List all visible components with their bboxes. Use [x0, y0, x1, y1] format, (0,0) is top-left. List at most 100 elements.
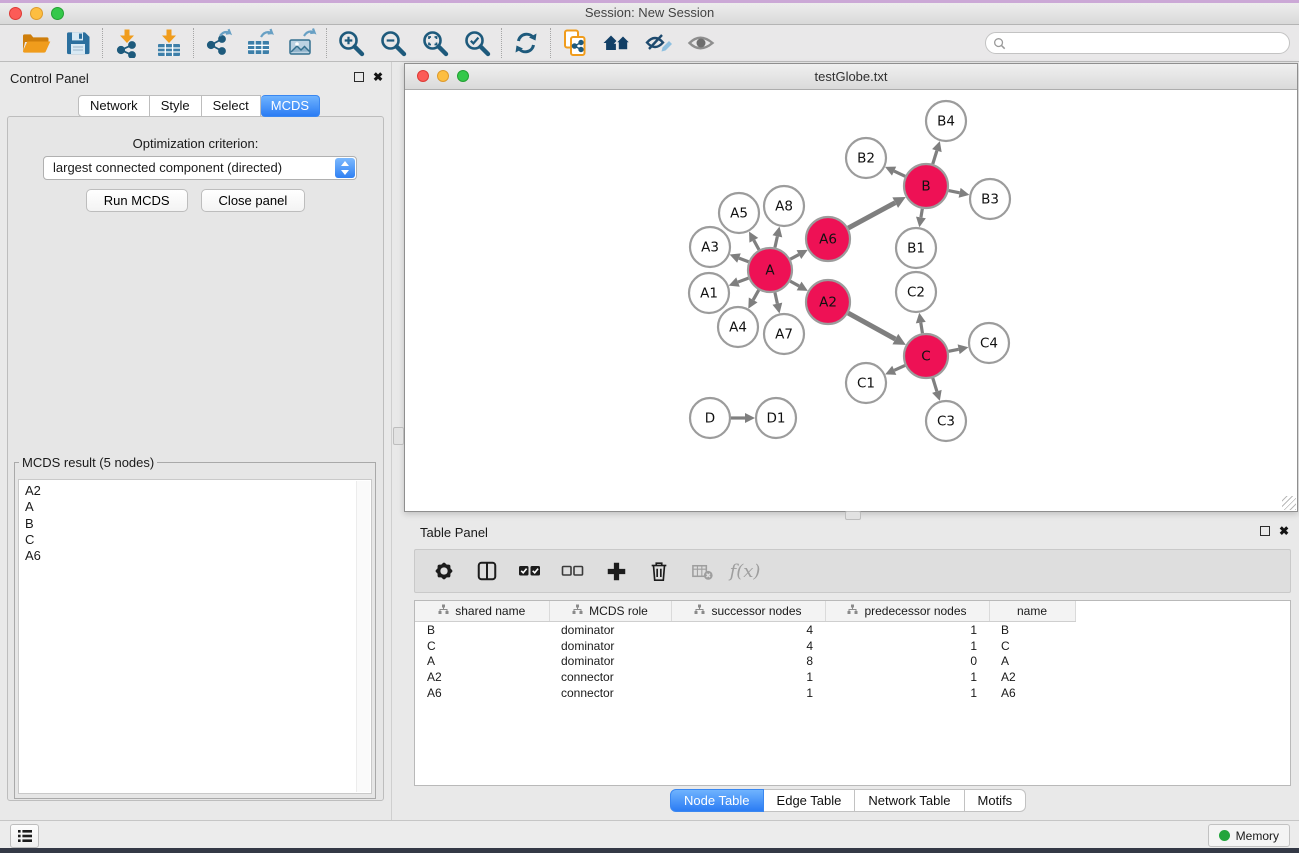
open-session-icon[interactable] [21, 28, 51, 58]
edge-B-B4[interactable] [933, 151, 937, 164]
node-A3[interactable]: A3 [690, 227, 730, 267]
tab-network-table[interactable]: Network Table [855, 789, 964, 812]
show-graphics-details-icon[interactable] [686, 28, 716, 58]
home-layout-icon[interactable] [602, 28, 632, 58]
cell-successor-nodes[interactable]: 1 [671, 669, 825, 685]
node-B2[interactable]: B2 [846, 138, 886, 178]
zoom-out-icon[interactable] [378, 28, 408, 58]
cell-shared-name[interactable]: A [415, 654, 549, 670]
cell-shared-name[interactable]: A6 [415, 685, 549, 701]
export-image-icon[interactable] [287, 28, 317, 58]
node-C3[interactable]: C3 [926, 401, 966, 441]
edge-A6-B[interactable] [848, 203, 895, 228]
tab-mcds[interactable]: MCDS [261, 95, 320, 117]
table-row[interactable]: Cdominator41C [415, 638, 1290, 654]
table-row[interactable]: Bdominator41B [415, 622, 1290, 638]
node-C1[interactable]: C1 [846, 363, 886, 403]
cell-MCDS-role[interactable]: dominator [549, 654, 671, 670]
cell-name[interactable]: A [989, 654, 1075, 670]
table-row[interactable]: A2connector11A2 [415, 669, 1290, 685]
zoom-fit-icon[interactable] [420, 28, 450, 58]
import-network-icon[interactable] [112, 28, 142, 58]
close-table-panel-icon[interactable]: ✖ [1279, 526, 1289, 536]
cell-name[interactable]: C [989, 638, 1075, 654]
cell-MCDS-role[interactable]: dominator [549, 638, 671, 654]
search-field[interactable] [985, 32, 1290, 54]
node-A4[interactable]: A4 [718, 307, 758, 347]
mcds-result-list[interactable]: A2ABCA6 [18, 479, 372, 794]
cell-MCDS-role[interactable]: dominator [549, 622, 671, 638]
float-panel-icon[interactable] [354, 72, 364, 82]
cell-shared-name[interactable]: B [415, 622, 549, 638]
edge-B-B2[interactable] [894, 171, 905, 176]
vertical-divider-grip[interactable] [393, 427, 404, 445]
cell-predecessor-nodes[interactable]: 1 [825, 622, 989, 638]
node-A5[interactable]: A5 [719, 193, 759, 233]
node-D[interactable]: D [690, 398, 730, 438]
run-mcds-button[interactable]: Run MCDS [86, 189, 188, 212]
show-columns-icon[interactable] [475, 559, 499, 583]
node-D1[interactable]: D1 [756, 398, 796, 438]
column-header-predecessor-nodes[interactable]: predecessor nodes [825, 601, 989, 622]
network-minimize-button[interactable] [437, 70, 449, 82]
edge-B-B1[interactable] [921, 209, 922, 218]
import-table-icon[interactable] [154, 28, 184, 58]
table-row[interactable]: A6connector11A6 [415, 685, 1290, 701]
mcds-result-item[interactable]: A6 [25, 548, 371, 564]
table-options-gear-icon[interactable] [432, 559, 456, 583]
mcds-result-item[interactable]: A [25, 499, 371, 515]
zoom-in-icon[interactable] [336, 28, 366, 58]
column-header-shared-name[interactable]: shared name [415, 601, 549, 622]
tab-select[interactable]: Select [202, 95, 261, 117]
node-C2[interactable]: C2 [896, 272, 936, 312]
node-A[interactable]: A [748, 248, 792, 292]
horizontal-divider-grip[interactable] [845, 511, 861, 520]
cell-name[interactable]: B [989, 622, 1075, 638]
node-A2[interactable]: A2 [806, 280, 850, 324]
select-all-icon[interactable] [518, 559, 542, 583]
tab-network[interactable]: Network [78, 95, 150, 117]
edge-A2-C[interactable] [848, 313, 895, 339]
cell-predecessor-nodes[interactable]: 1 [825, 685, 989, 701]
node-A1[interactable]: A1 [689, 273, 729, 313]
close-window-button[interactable] [9, 7, 22, 20]
cell-MCDS-role[interactable]: connector [549, 685, 671, 701]
network-zoom-button[interactable] [457, 70, 469, 82]
node-A7[interactable]: A7 [764, 314, 804, 354]
table-row[interactable]: Adominator80A [415, 654, 1290, 670]
refresh-icon[interactable] [511, 28, 541, 58]
cell-predecessor-nodes[interactable]: 1 [825, 669, 989, 685]
edge-A-A2[interactable] [790, 281, 799, 286]
criterion-select[interactable]: largest connected component (directed) [43, 156, 357, 180]
cell-predecessor-nodes[interactable]: 0 [825, 654, 989, 670]
zoom-window-button[interactable] [51, 7, 64, 20]
network-canvas[interactable]: AA1A2A3A4A5A6A7A8BB1B2B3B4CC1C2C3C4DD1 [405, 90, 1297, 511]
zoom-selected-icon[interactable] [462, 28, 492, 58]
minimize-window-button[interactable] [30, 7, 43, 20]
edge-A-A4[interactable] [753, 290, 759, 300]
edge-C-C1[interactable] [894, 365, 905, 370]
task-history-button[interactable] [10, 824, 39, 848]
edge-C-C3[interactable] [933, 378, 937, 391]
edge-A-A3[interactable] [739, 258, 749, 262]
edge-A-A7[interactable] [775, 292, 777, 303]
node-B1[interactable]: B1 [896, 228, 936, 268]
cell-shared-name[interactable]: A2 [415, 669, 549, 685]
memory-button[interactable]: Memory [1208, 824, 1290, 847]
cell-successor-nodes[interactable]: 8 [671, 654, 825, 670]
network-close-button[interactable] [417, 70, 429, 82]
cell-predecessor-nodes[interactable]: 1 [825, 638, 989, 654]
export-table-icon[interactable] [245, 28, 275, 58]
cell-name[interactable]: A6 [989, 685, 1075, 701]
search-input[interactable] [1006, 35, 1289, 51]
mcds-result-item[interactable]: A2 [25, 483, 371, 499]
edge-B-B3[interactable] [949, 191, 960, 193]
edge-A-A6[interactable] [790, 255, 799, 260]
window-resize-grip[interactable] [1282, 496, 1296, 510]
node-A6[interactable]: A6 [806, 217, 850, 261]
scrollbar-track[interactable] [356, 481, 370, 792]
edge-C-C4[interactable] [949, 349, 959, 351]
cell-name[interactable]: A2 [989, 669, 1075, 685]
cell-successor-nodes[interactable]: 4 [671, 638, 825, 654]
edge-C-C2[interactable] [921, 323, 923, 334]
